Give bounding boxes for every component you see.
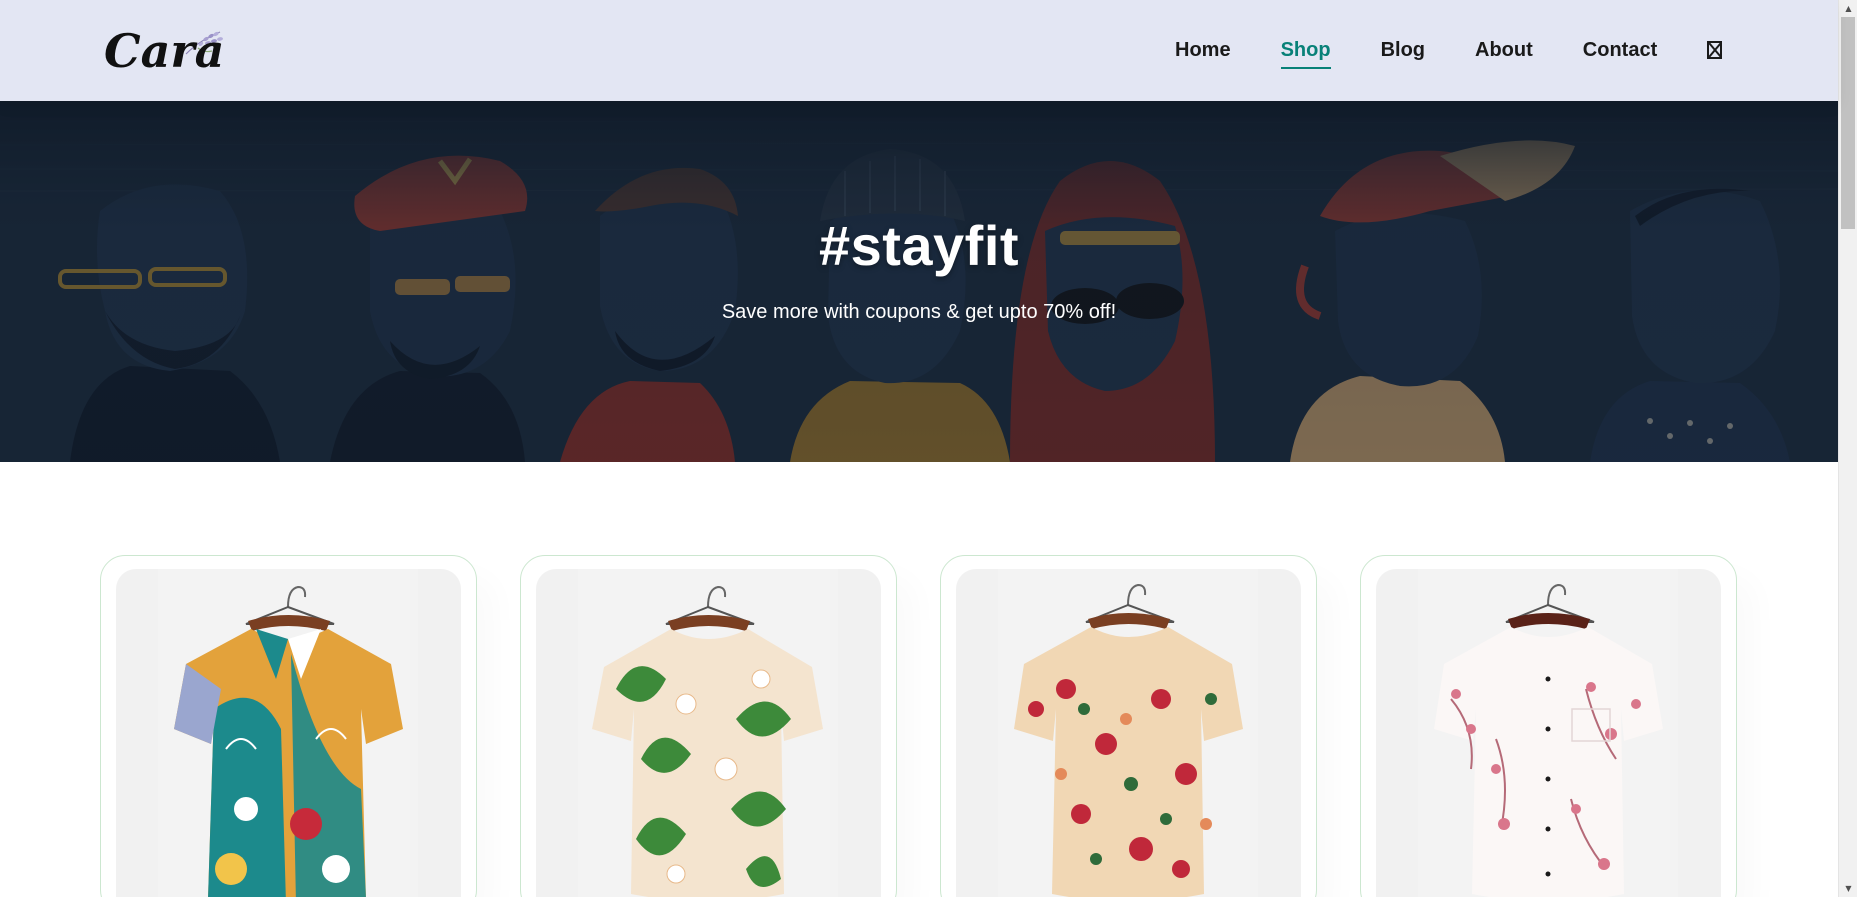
nav-item-cart bbox=[1682, 39, 1747, 63]
product-card[interactable] bbox=[520, 555, 897, 897]
nav-item-home: Home bbox=[1150, 39, 1256, 62]
cart-link[interactable] bbox=[1707, 39, 1723, 63]
svg-text:Cara: Cara bbox=[104, 24, 224, 74]
nav-link-contact[interactable]: Contact bbox=[1583, 39, 1657, 62]
nav-link-home[interactable]: Home bbox=[1175, 39, 1231, 62]
product-image-leaf-shirt bbox=[578, 569, 838, 897]
product-card[interactable] bbox=[1360, 555, 1737, 897]
browser-viewport: Cara Home Shop Blog About Contact #stayf… bbox=[0, 0, 1857, 897]
product-image-blossom-shirt bbox=[1418, 569, 1678, 897]
product-image-frame bbox=[116, 569, 461, 897]
nav-item-about: About bbox=[1450, 39, 1558, 62]
nav-item-contact: Contact bbox=[1558, 39, 1682, 62]
nav-item-blog: Blog bbox=[1356, 39, 1450, 62]
brand-logo[interactable]: Cara bbox=[102, 18, 232, 78]
scrollbar-thumb[interactable] bbox=[1841, 17, 1855, 229]
nav-link-blog[interactable]: Blog bbox=[1381, 39, 1425, 62]
product-image-floral-shirt bbox=[998, 569, 1258, 897]
main-nav: Home Shop Blog About Contact bbox=[1150, 0, 1747, 101]
cart-icon bbox=[1707, 40, 1723, 59]
hero-background-illustration bbox=[0, 101, 1838, 462]
hero-subtitle: Save more with coupons & get upto 70% of… bbox=[721, 301, 1117, 323]
product-image-frame bbox=[1376, 569, 1721, 897]
nav-item-shop: Shop bbox=[1256, 39, 1356, 69]
cara-logo-image: Cara bbox=[104, 24, 224, 78]
hero-title: #stayfit bbox=[818, 214, 1020, 277]
product-image-frame bbox=[536, 569, 881, 897]
nav-link-about[interactable]: About bbox=[1475, 39, 1533, 62]
product-image-frame bbox=[956, 569, 1301, 897]
product-card[interactable] bbox=[100, 555, 477, 897]
page-scrollbar[interactable]: ▲ ▼ bbox=[1838, 0, 1857, 897]
hero-banner: #stayfit Save more with coupons & get up… bbox=[0, 101, 1838, 462]
scroll-down-arrow-icon[interactable]: ▼ bbox=[1839, 880, 1857, 897]
nav-link-shop[interactable]: Shop bbox=[1280, 39, 1331, 69]
product-card[interactable] bbox=[940, 555, 1317, 897]
scroll-up-arrow-icon[interactable]: ▲ bbox=[1839, 0, 1857, 17]
product-image-abstract-shirt bbox=[158, 569, 418, 897]
site-header: Cara Home Shop Blog About Contact bbox=[0, 0, 1838, 101]
